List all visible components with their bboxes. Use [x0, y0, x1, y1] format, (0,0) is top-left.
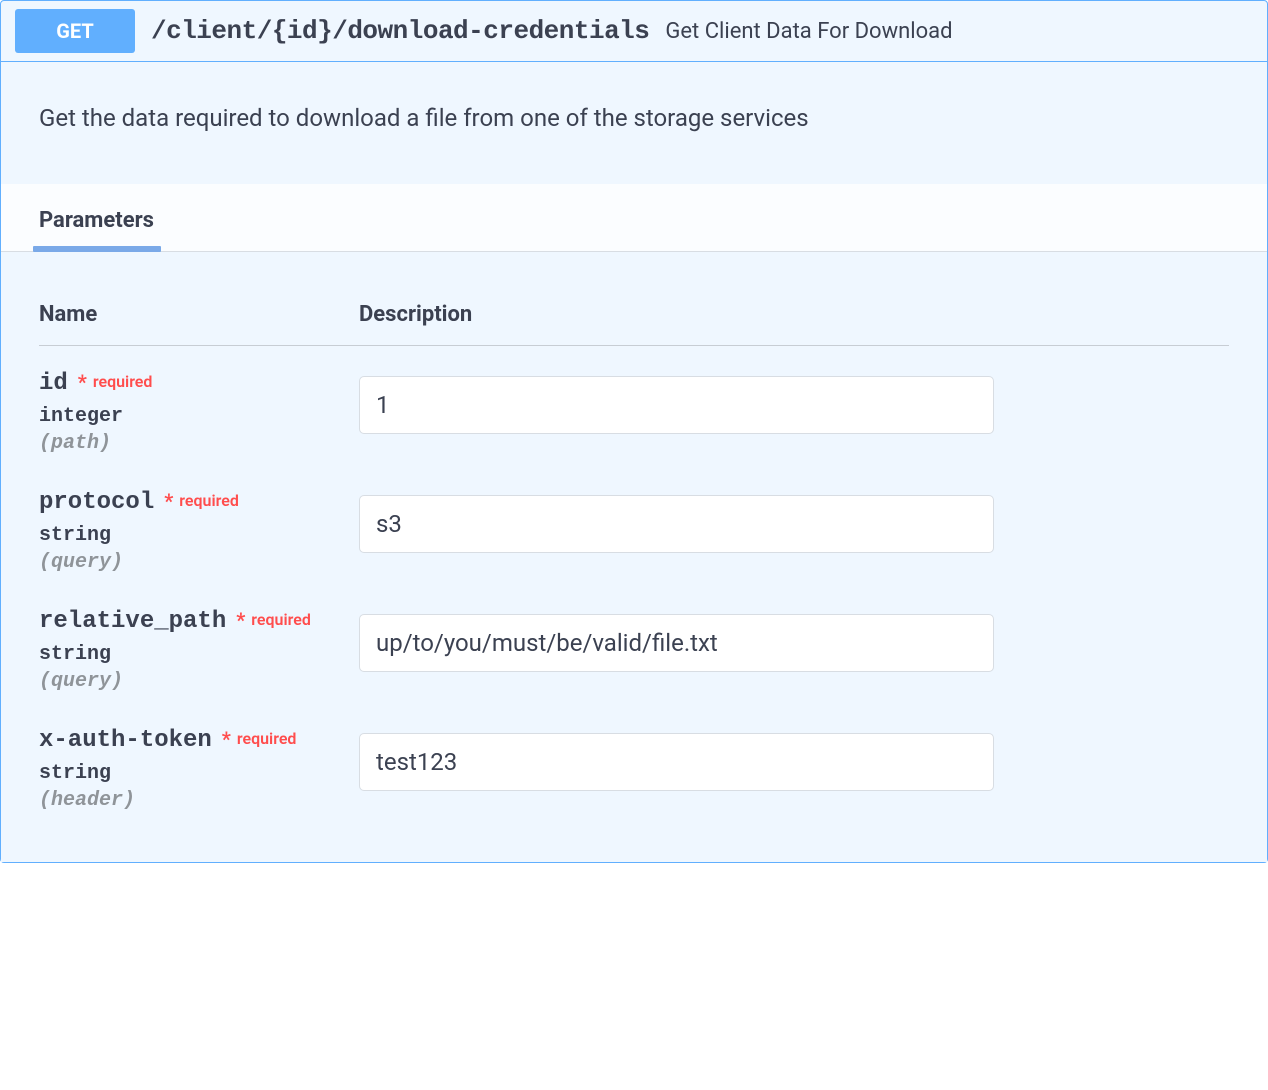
parameter-row: relative_path * required string (query) — [39, 584, 1229, 703]
operation-summary-row[interactable]: GET /client/{id}/download-credentials Ge… — [1, 1, 1267, 62]
param-name: relative_path — [39, 608, 226, 635]
endpoint-title: Get Client Data For Download — [665, 19, 952, 44]
parameters-section: Name Description id * required integer (… — [1, 252, 1267, 862]
required-label: required — [237, 729, 297, 748]
required-star: * — [164, 489, 173, 513]
required-star: * — [236, 608, 245, 632]
tab-header: Parameters — [1, 184, 1267, 252]
param-input-x-auth-token[interactable] — [359, 733, 994, 791]
param-name: id — [39, 370, 68, 397]
param-type: string — [39, 762, 359, 785]
param-input-id[interactable] — [359, 376, 994, 434]
param-name: protocol — [39, 489, 154, 516]
parameter-row: protocol * required string (query) — [39, 465, 1229, 584]
tab-parameters[interactable]: Parameters — [1, 184, 182, 251]
param-input-relative-path[interactable] — [359, 614, 994, 672]
description-section: Get the data required to download a file… — [1, 62, 1267, 184]
api-operation-block: GET /client/{id}/download-credentials Ge… — [0, 0, 1268, 863]
param-location: (query) — [39, 551, 359, 574]
parameter-row: id * required integer (path) — [39, 345, 1229, 465]
parameter-row: x-auth-token * required string (header) — [39, 703, 1229, 822]
required-star: * — [222, 727, 231, 751]
column-header-description: Description — [359, 290, 1229, 346]
required-label: required — [93, 372, 153, 391]
operation-body: Get the data required to download a file… — [1, 62, 1267, 862]
required-star: * — [78, 370, 87, 394]
parameters-table: Name Description id * required integer (… — [39, 290, 1229, 822]
required-label: required — [179, 491, 239, 510]
http-method-badge: GET — [15, 9, 135, 53]
param-name: x-auth-token — [39, 727, 212, 754]
param-location: (path) — [39, 432, 359, 455]
required-label: required — [251, 610, 311, 629]
param-location: (query) — [39, 670, 359, 693]
description-text: Get the data required to download a file… — [39, 102, 1229, 136]
param-type: string — [39, 643, 359, 666]
param-location: (header) — [39, 789, 359, 812]
column-header-name: Name — [39, 290, 359, 346]
param-type: string — [39, 524, 359, 547]
param-input-protocol[interactable] — [359, 495, 994, 553]
endpoint-path: /client/{id}/download-credentials — [151, 16, 649, 46]
param-type: integer — [39, 405, 359, 428]
